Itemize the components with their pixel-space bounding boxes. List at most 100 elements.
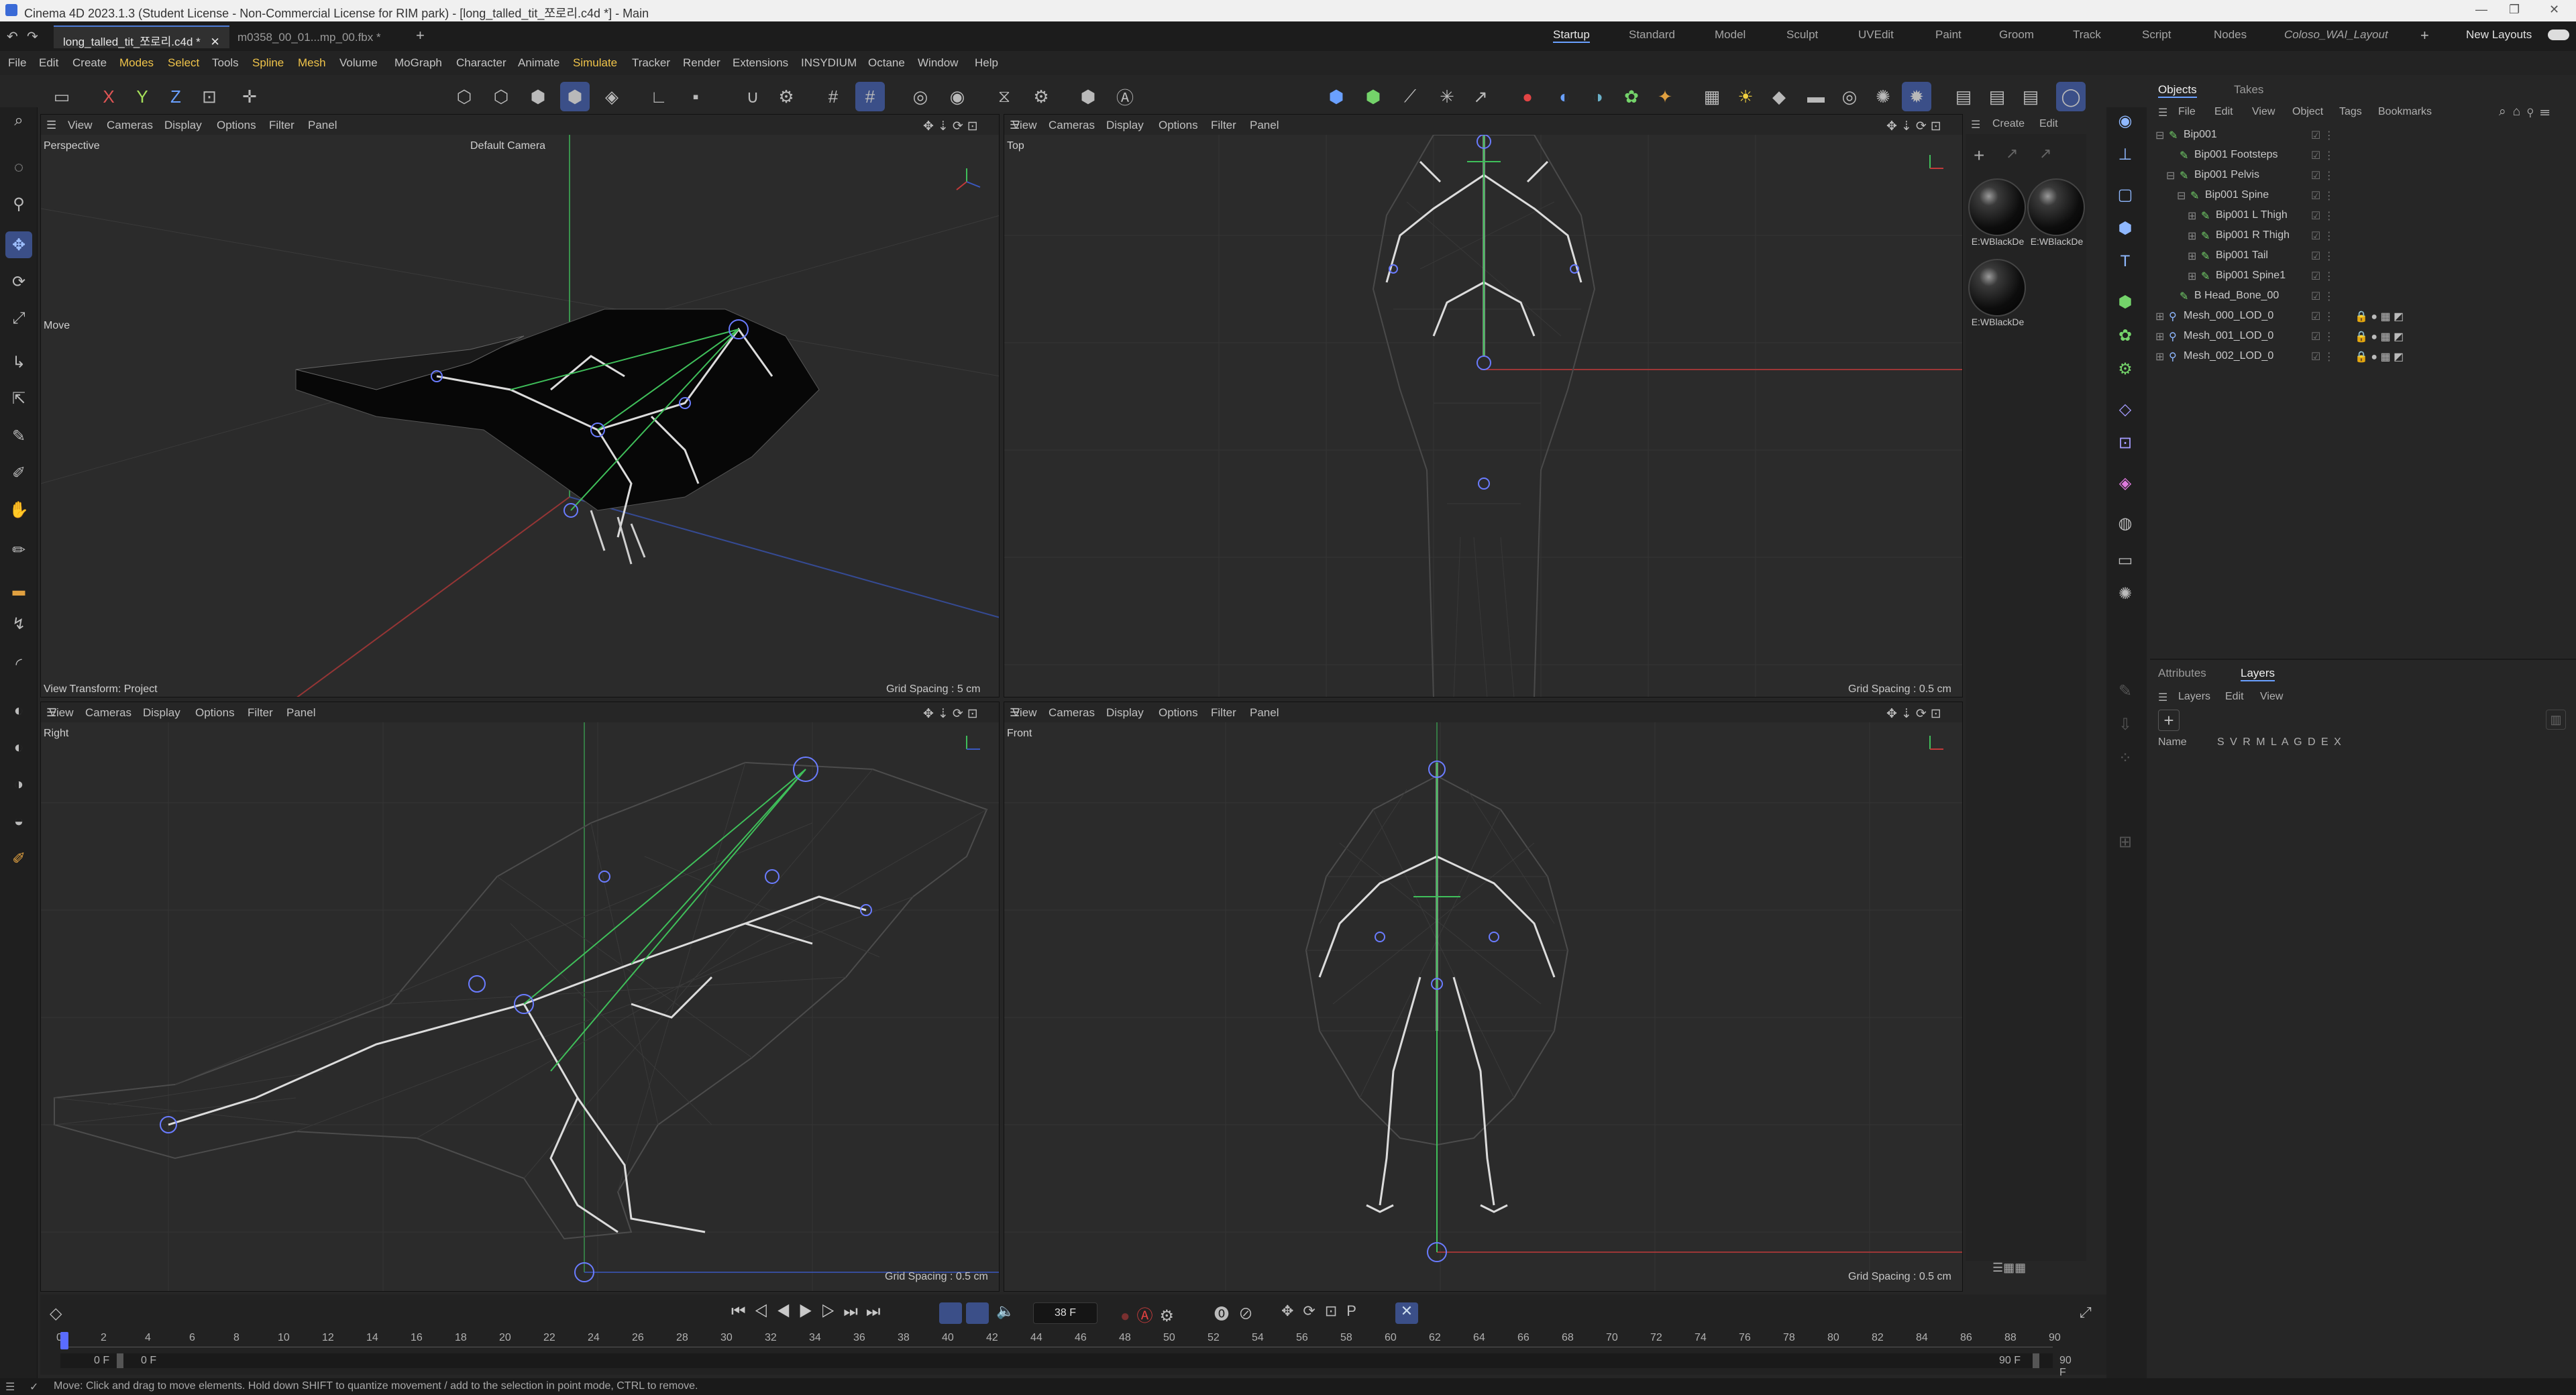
hamburger-icon[interactable]: ☰ xyxy=(5,1380,15,1394)
tree-row[interactable]: ⊟ ✎ Bip001 ☑ ⋮ xyxy=(2150,125,2576,145)
keyframe-diamond-icon[interactable]: ◇ xyxy=(50,1304,62,1323)
settings-icon[interactable]: ⚙ xyxy=(1026,82,1056,111)
menu-octane[interactable]: Octane xyxy=(868,56,905,70)
obj-menu-view[interactable]: View xyxy=(2252,106,2275,118)
vp-menu-filter[interactable]: Filter xyxy=(248,706,273,720)
texture-mode-icon[interactable]: ◈ xyxy=(597,82,627,111)
menu-volume[interactable]: Volume xyxy=(339,56,378,70)
vp-menu-cameras[interactable]: Cameras xyxy=(107,119,153,132)
trash-icon[interactable]: ▥ xyxy=(2546,710,2566,730)
tab-takes[interactable]: Takes xyxy=(2234,83,2263,97)
material-tag-icon[interactable]: ◆ xyxy=(1764,82,1794,111)
object-manager-icon[interactable]: ◉ xyxy=(2112,107,2139,134)
link-icon[interactable]: ↗ xyxy=(2006,145,2018,162)
vp-menu-panel[interactable]: Panel xyxy=(1250,119,1279,132)
sky-icon[interactable]: ✺ xyxy=(1868,82,1898,111)
octane-icon[interactable]: ✹ xyxy=(1902,82,1931,111)
range-button[interactable] xyxy=(966,1302,989,1324)
range-handle-right[interactable] xyxy=(2033,1353,2039,1368)
nodes-icon[interactable]: ⁘ xyxy=(2112,744,2139,771)
render-picture-icon[interactable]: ▤ xyxy=(1982,82,2012,111)
rotate-tool-icon[interactable]: ⟳ xyxy=(5,268,32,295)
record-controls[interactable]: ●Ⓐ⚙ xyxy=(1120,1302,1181,1326)
menu-modes[interactable]: Modes xyxy=(119,56,154,70)
viewport-nav-icons[interactable]: ✥⇣⟳⊡ xyxy=(923,119,982,134)
vp-menu-display[interactable]: Display xyxy=(1106,119,1144,132)
tree-row[interactable]: ⊟ ✎ Bip001 Spine ☑ ⋮ xyxy=(2150,185,2576,205)
material-swatch[interactable]: E:WBlackDe xyxy=(1968,178,2027,247)
obj-menu-edit[interactable]: Edit xyxy=(2214,106,2233,118)
tag-icons[interactable]: 🔒 ● ▦ ◩ xyxy=(2355,310,2404,323)
python-icon[interactable]: ⬢ xyxy=(1322,82,1351,111)
floor-icon[interactable]: ▬ xyxy=(1801,82,1831,111)
paint-brush-icon[interactable]: ✎ xyxy=(2112,677,2139,704)
add-layer-button[interactable]: + xyxy=(2158,710,2180,731)
vp-menu-display[interactable]: Display xyxy=(164,119,202,132)
menu-mograph[interactable]: MoGraph xyxy=(394,56,442,70)
add-layout-icon[interactable]: + xyxy=(2420,27,2429,44)
minimize-icon[interactable]: — xyxy=(2475,3,2487,17)
viewport-front[interactable]: ☰ View Cameras Display Options Filter Pa… xyxy=(1004,702,1963,1292)
menu-window[interactable]: Window xyxy=(918,56,958,70)
loop-button[interactable] xyxy=(939,1302,962,1324)
hierarchy-icon[interactable]: ⊞ xyxy=(2112,828,2139,855)
vp-menu-panel[interactable]: Panel xyxy=(286,706,315,720)
interactive-render-icon[interactable]: ◯ xyxy=(2056,82,2086,111)
camera-label[interactable]: Default Camera xyxy=(470,140,545,152)
primitive-cube-icon[interactable]: ⬢ xyxy=(2112,215,2139,241)
subdivision-icon[interactable]: ⬢ xyxy=(2112,288,2139,315)
obj-menu-file[interactable]: File xyxy=(2178,106,2196,118)
layout-track[interactable]: Track xyxy=(2073,28,2101,42)
doc-tab[interactable]: m0358_00_01...mp_00.fbx * xyxy=(228,25,390,48)
layout-sculpt[interactable]: Sculpt xyxy=(1786,28,1818,42)
shading-icon[interactable]: ◐ xyxy=(1550,82,1579,111)
tree-row[interactable]: ⊞ ⚲ Mesh_000_LOD_0 ☑ ⋮ 🔒 ● ▦ ◩ xyxy=(2150,306,2576,326)
viewport-perspective[interactable]: ☰ View Cameras Display Options Filter Pa… xyxy=(40,114,1000,698)
range-slider[interactable]: 0 F 0 F 90 F 90 F xyxy=(60,1353,2072,1378)
vp-menu-filter[interactable]: Filter xyxy=(1211,706,1236,720)
deformer-bend-icon[interactable]: ◇ xyxy=(2112,396,2139,423)
viewport-top[interactable]: ☰ View Cameras Display Options Filter Pa… xyxy=(1004,114,1963,698)
layout-script[interactable]: Script xyxy=(2142,28,2171,42)
axis-y-icon[interactable]: Y xyxy=(127,82,157,111)
menu-animate[interactable]: Animate xyxy=(518,56,559,70)
tree-row[interactable]: ⊞ ✎ Bip001 R Thigh ☑ ⋮ xyxy=(2150,225,2576,245)
text-icon[interactable]: T xyxy=(2112,248,2139,275)
menu-character[interactable]: Character xyxy=(456,56,506,70)
key-controls[interactable]: ⓿⊘ xyxy=(1214,1302,1263,1324)
live-selection-icon[interactable]: ◌ xyxy=(5,154,32,181)
menu-insydium[interactable]: INSYDIUM xyxy=(801,56,857,70)
skin-icon[interactable]: ◒ xyxy=(5,808,32,835)
layout-standard[interactable]: Standard xyxy=(1629,28,1675,42)
symmetry-icon[interactable]: ⧖ xyxy=(989,82,1019,111)
deformer-icon[interactable]: ↗ xyxy=(1466,82,1495,111)
tree-row[interactable]: ⊞ ✎ Bip001 Spine1 ☑ ⋮ xyxy=(2150,266,2576,286)
record-icon[interactable]: ● xyxy=(1513,82,1542,111)
null-icon[interactable]: ▢ xyxy=(2112,181,2139,208)
vp-menu-view[interactable]: View xyxy=(1012,119,1037,132)
menu-render[interactable]: Render xyxy=(683,56,720,70)
menu-tools[interactable]: Tools xyxy=(212,56,239,70)
tree-row[interactable]: ⊞ ⚲ Mesh_002_LOD_0 ☑ ⋮ 🔒 ● ▦ ◩ xyxy=(2150,346,2576,366)
tag-icons[interactable]: 🔒 ● ▦ ◩ xyxy=(2355,330,2404,343)
obj-menu-object[interactable]: Object xyxy=(2292,106,2323,118)
mat-menu-edit[interactable]: Edit xyxy=(2039,118,2058,130)
layout-paint[interactable]: Paint xyxy=(1935,28,1962,42)
knife-icon[interactable]: ↳ xyxy=(5,349,32,376)
key-interpolation-icon[interactable]: ✕ xyxy=(1395,1302,1418,1324)
spline-wrap-icon[interactable]: ◈ xyxy=(2112,469,2139,496)
key-type-controls[interactable]: ✥⟳⊡P xyxy=(1281,1302,1366,1320)
tree-row[interactable]: ⊟ ✎ Bip001 Pelvis ☑ ⋮ xyxy=(2150,165,2576,185)
vp-menu-options[interactable]: Options xyxy=(195,706,235,720)
menu-extensions[interactable]: Extensions xyxy=(733,56,788,70)
selection-tool-icon[interactable]: ⚲ xyxy=(5,190,32,217)
tree-row[interactable]: ✎ Bip001 Footsteps ☑ ⋮ xyxy=(2150,145,2576,165)
axis-z-icon[interactable]: Z xyxy=(161,82,191,111)
current-frame-field[interactable]: 38 F xyxy=(1033,1302,1097,1324)
layout-coloso[interactable]: Coloso_WAI_Layout xyxy=(2284,28,2388,42)
vp-menu-cameras[interactable]: Cameras xyxy=(85,706,131,720)
zoom-fit-icon[interactable]: ⤢ xyxy=(2080,1304,2092,1321)
tab-objects[interactable]: Objects xyxy=(2158,83,2197,98)
add-tab-icon[interactable]: + xyxy=(416,27,425,44)
camera-icon[interactable]: ▭ xyxy=(2112,547,2139,573)
